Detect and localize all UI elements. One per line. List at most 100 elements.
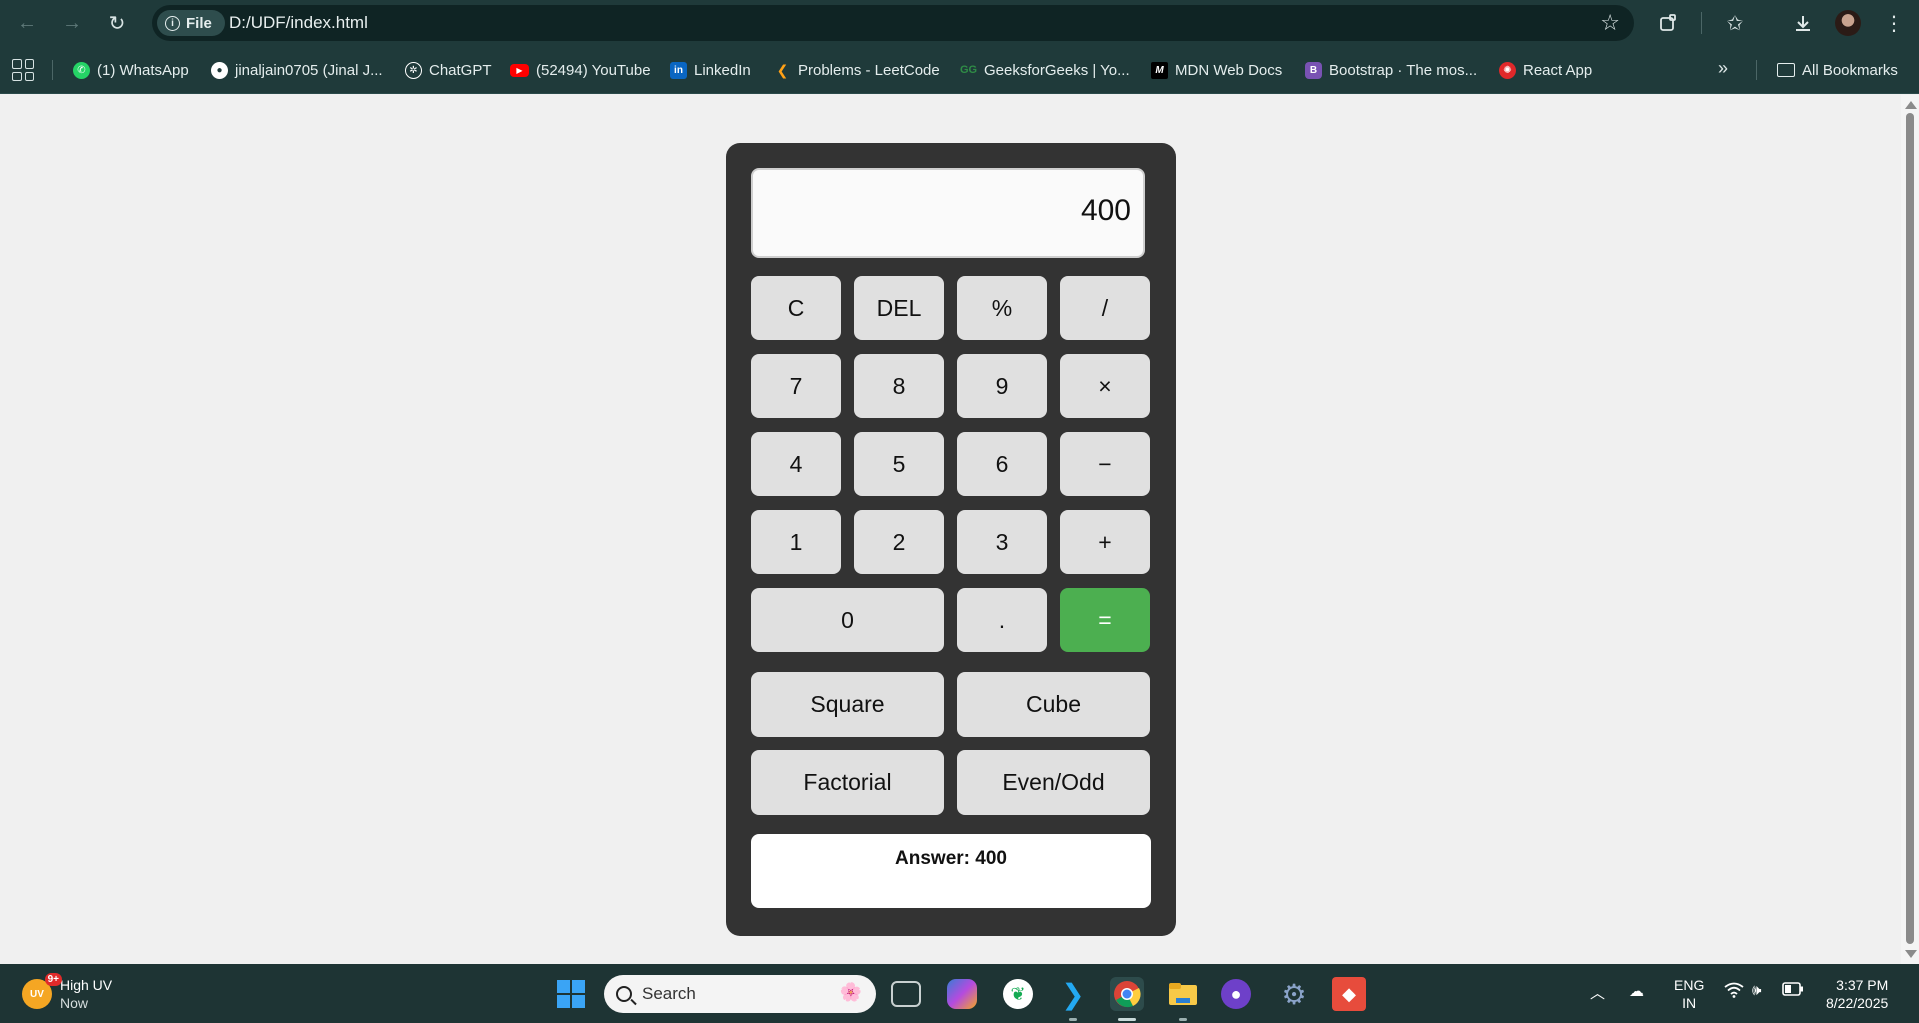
language-indicator[interactable]: ENG IN: [1674, 976, 1704, 1012]
bookmarks-star-list-icon[interactable]: ✩: [1720, 8, 1750, 38]
bookmark-whatsapp[interactable]: ✆ (1) WhatsApp: [73, 58, 189, 82]
multiply-button[interactable]: ×: [1060, 354, 1150, 418]
system-clock[interactable]: 3:37 PM 8/22/2025: [1826, 976, 1888, 1012]
bookmark-label: LinkedIn: [694, 61, 751, 79]
vscode-icon[interactable]: ❯: [1056, 977, 1090, 1011]
mongodb-compass-icon[interactable]: ❦: [1003, 979, 1033, 1009]
bookmark-label: (52494) YouTube: [536, 61, 651, 79]
plus-button[interactable]: +: [1060, 510, 1150, 574]
address-bar[interactable]: i File D:/UDF/index.html ☆: [152, 5, 1634, 41]
digit-8-button[interactable]: 8: [854, 354, 944, 418]
windows-start-icon[interactable]: [557, 980, 585, 1008]
bookmark-github[interactable]: ● jinaljain0705 (Jinal J...: [211, 58, 383, 82]
task-view-icon[interactable]: [891, 981, 921, 1007]
vertical-scrollbar[interactable]: [1901, 95, 1919, 964]
digit-3-button[interactable]: 3: [957, 510, 1047, 574]
site-info-chip[interactable]: i File: [157, 10, 225, 36]
bookmark-mdn[interactable]: M MDN Web Docs: [1151, 58, 1282, 82]
decimal-button[interactable]: .: [957, 588, 1047, 652]
digit-4-button[interactable]: 4: [751, 432, 841, 496]
search-highlight-icon: 🌸: [839, 982, 862, 1002]
wifi-icon[interactable]: [1724, 982, 1744, 1002]
profile-avatar[interactable]: [1835, 10, 1861, 36]
browser-toolbar: ← → ↻ i File D:/UDF/index.html ☆ ✩ ⋮: [0, 0, 1919, 46]
bookmark-geeksforgeeks[interactable]: GG GeeksforGeeks | Yo...: [960, 58, 1130, 82]
bookmark-youtube[interactable]: ▶ (52494) YouTube: [510, 58, 651, 82]
digit-6-button[interactable]: 6: [957, 432, 1047, 496]
scroll-down-arrow-icon[interactable]: [1905, 950, 1917, 958]
bookmarks-divider: [52, 60, 53, 80]
weather-widget[interactable]: UV 9+ High UV Now: [22, 973, 113, 1012]
scrollbar-thumb[interactable]: [1906, 113, 1914, 944]
clear-button[interactable]: C: [751, 276, 841, 340]
digit-7-button[interactable]: 7: [751, 354, 841, 418]
site-info-label: File: [186, 14, 212, 32]
square-button[interactable]: Square: [751, 672, 944, 737]
taskbar-search-input[interactable]: Search 🌸: [604, 975, 876, 1013]
file-explorer-icon[interactable]: [1166, 977, 1200, 1011]
bookmark-bootstrap[interactable]: B Bootstrap · The mos...: [1305, 58, 1477, 82]
uv-weather-icon: UV 9+: [22, 973, 62, 1009]
cube-button[interactable]: Cube: [957, 672, 1150, 737]
linkedin-icon: in: [670, 61, 687, 79]
digit-5-button[interactable]: 5: [854, 432, 944, 496]
settings-gear-icon[interactable]: ⚙: [1277, 977, 1311, 1011]
answer-box: Answer: 400: [751, 834, 1151, 908]
search-icon: [616, 986, 632, 1002]
calculator-display: 400: [751, 168, 1145, 258]
more-bookmarks-chevron-icon[interactable]: »: [1718, 58, 1728, 79]
percent-button[interactable]: %: [957, 276, 1047, 340]
active-indicator: [1118, 1018, 1136, 1021]
scroll-up-arrow-icon[interactable]: [1905, 101, 1917, 109]
bookmark-chatgpt[interactable]: ✲ ChatGPT: [405, 58, 492, 82]
url-text[interactable]: D:/UDF/index.html: [229, 13, 368, 33]
github-desktop-icon[interactable]: ●: [1221, 979, 1251, 1009]
all-bookmarks-button[interactable]: All Bookmarks: [1777, 58, 1898, 82]
geeksforgeeks-icon: GG: [959, 64, 978, 76]
divide-button[interactable]: /: [1060, 276, 1150, 340]
extensions-icon[interactable]: [1653, 8, 1683, 38]
bootstrap-icon: B: [1305, 61, 1322, 79]
toolbar-divider: [1701, 12, 1702, 34]
bookmark-label: MDN Web Docs: [1175, 61, 1283, 79]
whatsapp-icon: ✆: [73, 61, 90, 79]
react-icon: ✺: [1499, 61, 1516, 79]
chevron-up-icon[interactable]: ︿: [1590, 982, 1605, 1003]
digit-2-button[interactable]: 2: [854, 510, 944, 574]
bookmark-label: React App: [1523, 61, 1593, 79]
uv-icon-label: UV: [30, 988, 44, 1000]
onedrive-cloud-icon[interactable]: ☁: [1629, 982, 1644, 1000]
copilot-icon[interactable]: [947, 979, 977, 1009]
page-viewport: 400 C DEL % / 7 8 9 × 4 5 6 − 1 2 3 + 0 …: [0, 95, 1901, 964]
clock-time: 3:37 PM: [1836, 977, 1889, 993]
delete-button[interactable]: DEL: [854, 276, 944, 340]
forward-arrow-icon[interactable]: →: [57, 8, 87, 38]
speaker-icon[interactable]: 🕪: [1752, 982, 1761, 999]
download-icon[interactable]: [1788, 8, 1818, 38]
digit-9-button[interactable]: 9: [957, 354, 1047, 418]
git-client-icon[interactable]: ◆: [1332, 977, 1366, 1011]
weather-title: High UV: [60, 977, 113, 993]
leetcode-icon: ❮: [776, 61, 789, 78]
even-odd-button[interactable]: Even/Odd: [957, 750, 1150, 815]
calculator: 400 C DEL % / 7 8 9 × 4 5 6 − 1 2 3 + 0 …: [726, 143, 1176, 936]
battery-icon[interactable]: [1782, 982, 1804, 1000]
back-arrow-icon[interactable]: ←: [12, 8, 42, 38]
bookmark-star-icon[interactable]: ☆: [1600, 10, 1620, 36]
chrome-icon[interactable]: [1110, 977, 1144, 1011]
equals-button[interactable]: =: [1060, 588, 1150, 652]
folder-icon: [1777, 63, 1795, 77]
digit-0-button[interactable]: 0: [751, 588, 944, 652]
reload-icon[interactable]: ↻: [102, 8, 132, 38]
minus-button[interactable]: −: [1060, 432, 1150, 496]
factorial-button[interactable]: Factorial: [751, 750, 944, 815]
bookmark-leetcode[interactable]: ❮ Problems - LeetCode: [774, 58, 940, 82]
running-indicator: [1069, 1018, 1077, 1021]
mdn-icon: M: [1151, 61, 1168, 79]
bookmark-react-app[interactable]: ✺ React App: [1499, 58, 1592, 82]
digit-1-button[interactable]: 1: [751, 510, 841, 574]
bookmark-linkedin[interactable]: in LinkedIn: [670, 58, 751, 82]
info-icon: i: [165, 15, 180, 31]
apps-grid-icon[interactable]: [12, 59, 34, 81]
menu-kebab-icon[interactable]: ⋮: [1879, 8, 1909, 38]
